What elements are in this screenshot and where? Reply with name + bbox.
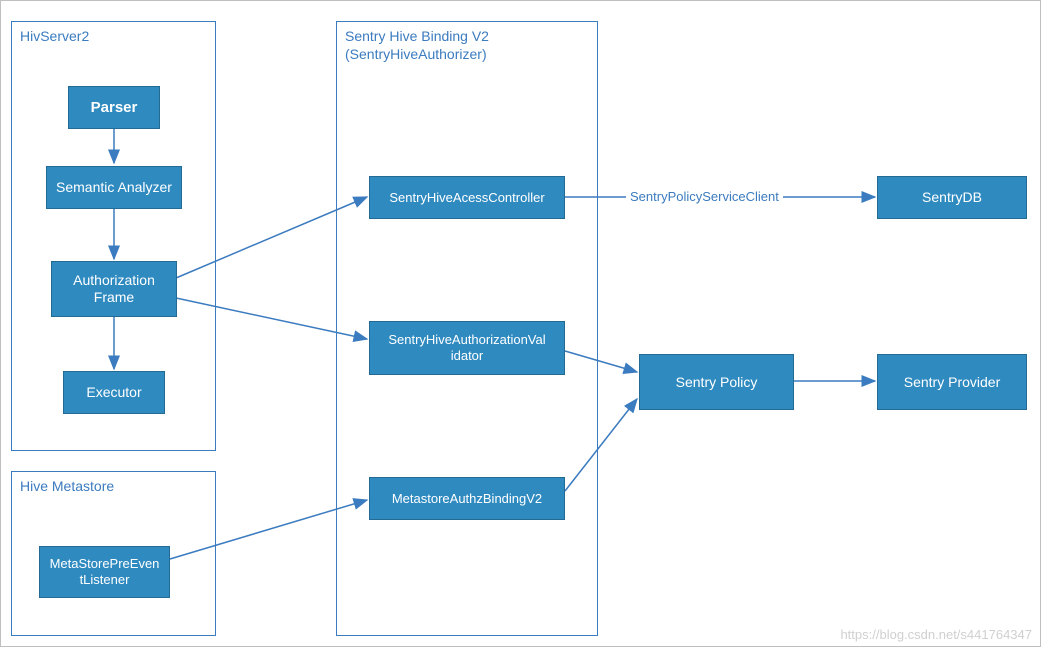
edge-label-policy-service-client: SentryPolicyServiceClient: [626, 187, 783, 206]
node-semantic-analyzer: Semantic Analyzer: [46, 166, 182, 209]
node-metastore-authz-binding-v2: MetastoreAuthzBindingV2: [369, 477, 565, 520]
watermark-text: https://blog.csdn.net/s441764347: [840, 627, 1032, 642]
node-sentry-policy: Sentry Policy: [639, 354, 794, 410]
group-hive-metastore-title: Hive Metastore: [20, 478, 114, 496]
node-sentry-provider: Sentry Provider: [877, 354, 1027, 410]
node-sentry-db: SentryDB: [877, 176, 1027, 219]
node-authorization-frame: Authorization Frame: [51, 261, 177, 317]
diagram-canvas: HivServer2 Sentry Hive Binding V2 (Sentr…: [0, 0, 1041, 647]
group-sentry-binding-title: Sentry Hive Binding V2 (SentryHiveAuthor…: [345, 28, 489, 63]
node-parser: Parser: [68, 86, 160, 129]
node-metastore-pre-event-listener: MetaStorePreEven tListener: [39, 546, 170, 598]
node-sentry-hive-authorization-validator: SentryHiveAuthorizationVal idator: [369, 321, 565, 375]
group-hivserver2-title: HivServer2: [20, 28, 89, 46]
node-sentry-hive-access-controller: SentryHiveAcessController: [369, 176, 565, 219]
node-executor: Executor: [63, 371, 165, 414]
